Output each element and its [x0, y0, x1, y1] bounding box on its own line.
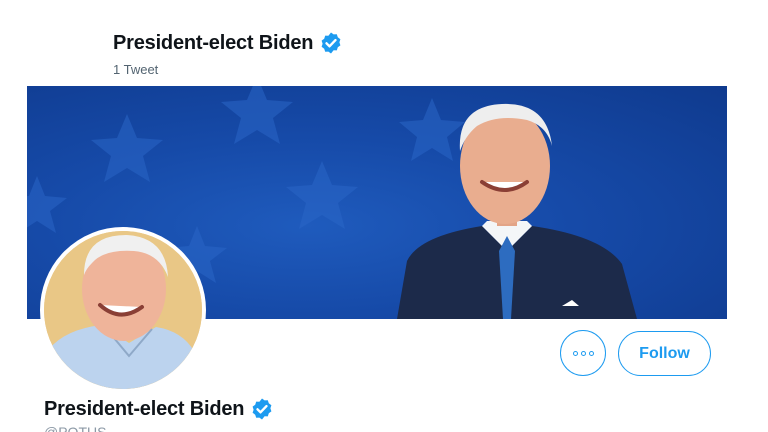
- profile-header-title: President-elect Biden: [113, 31, 343, 55]
- more-options-button[interactable]: [560, 330, 606, 376]
- profile-name-row: President-elect Biden: [44, 397, 274, 421]
- verified-badge-icon: [250, 397, 274, 421]
- profile-handle: @POTUS: [44, 424, 107, 432]
- follow-button[interactable]: Follow: [618, 331, 711, 376]
- profile-avatar[interactable]: [40, 227, 206, 393]
- more-options-icon: [572, 350, 594, 356]
- header-display-name: President-elect Biden: [113, 31, 314, 54]
- tweet-count: 1 Tweet: [113, 62, 159, 77]
- verified-badge-icon: [319, 31, 343, 55]
- profile-display-name: President-elect Biden: [44, 397, 245, 420]
